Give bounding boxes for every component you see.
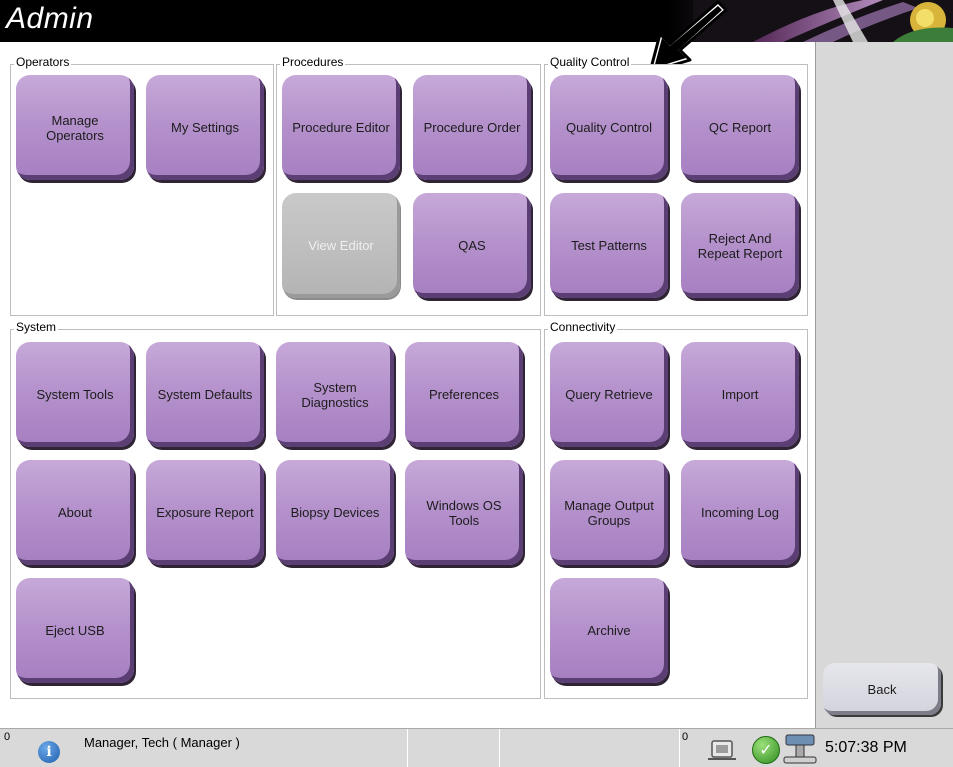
operators-label: Operators — [14, 55, 72, 69]
manage-output-groups-button[interactable]: Manage Output Groups — [550, 460, 668, 565]
header-flower-graphic — [693, 0, 953, 42]
reject-and-repeat-report-button[interactable]: Reject And Repeat Report — [681, 193, 799, 298]
view-editor-button: View Editor — [282, 193, 400, 298]
system-tools-button[interactable]: System Tools — [16, 342, 134, 447]
media-icon[interactable] — [706, 737, 738, 763]
system-diagnostics-button[interactable]: System Diagnostics — [276, 342, 394, 447]
status-user-cell: 0 i Manager, Tech ( Manager ) — [0, 729, 408, 767]
manage-operators-button[interactable]: Manage Operators — [16, 75, 134, 180]
clock: 5:07:38 PM — [825, 739, 907, 756]
quality-control-label: Quality Control — [548, 55, 632, 69]
qc-report-button[interactable]: QC Report — [681, 75, 799, 180]
archive-button[interactable]: Archive — [550, 578, 668, 683]
status-tray-cell: 0 ✓ 5:07:38 PM — [680, 729, 953, 767]
biopsy-devices-button[interactable]: Biopsy Devices — [276, 460, 394, 565]
qas-button[interactable]: QAS — [413, 193, 531, 298]
about-button[interactable]: About — [16, 460, 134, 565]
page-title: Admin — [6, 2, 94, 35]
connected-check-icon[interactable]: ✓ — [752, 736, 780, 764]
quality-control-button[interactable]: Quality Control — [550, 75, 668, 180]
device-icon[interactable] — [780, 731, 820, 765]
connectivity-label: Connectivity — [548, 320, 618, 334]
procedure-editor-button[interactable]: Procedure Editor — [282, 75, 400, 180]
info-icon[interactable]: i — [38, 741, 60, 763]
status-cell-3 — [500, 729, 680, 767]
system-defaults-button[interactable]: System Defaults — [146, 342, 264, 447]
procedure-order-button[interactable]: Procedure Order — [413, 75, 531, 180]
my-settings-button[interactable]: My Settings — [146, 75, 264, 180]
alerts-count: 0 — [4, 731, 11, 743]
import-button[interactable]: Import — [681, 342, 799, 447]
query-retrieve-button[interactable]: Query Retrieve — [550, 342, 668, 447]
system-label: System — [14, 320, 59, 334]
right-sidebar — [815, 42, 953, 728]
eject-usb-button[interactable]: Eject USB — [16, 578, 134, 683]
preferences-button[interactable]: Preferences — [405, 342, 523, 447]
back-button[interactable]: Back — [823, 663, 941, 715]
windows-os-tools-button[interactable]: Windows OS Tools — [405, 460, 523, 565]
incoming-log-button[interactable]: Incoming Log — [681, 460, 799, 565]
procedures-label: Procedures — [280, 55, 346, 69]
status-cell-2 — [408, 729, 500, 767]
current-user: Manager, Tech ( Manager ) — [84, 735, 240, 750]
tray-count: 0 — [682, 731, 689, 743]
test-patterns-button[interactable]: Test Patterns — [550, 193, 668, 298]
title-bar: Admin — [0, 0, 953, 42]
status-bar: 0 i Manager, Tech ( Manager ) 0 ✓ 5:07:3… — [0, 728, 953, 767]
exposure-report-button[interactable]: Exposure Report — [146, 460, 264, 565]
